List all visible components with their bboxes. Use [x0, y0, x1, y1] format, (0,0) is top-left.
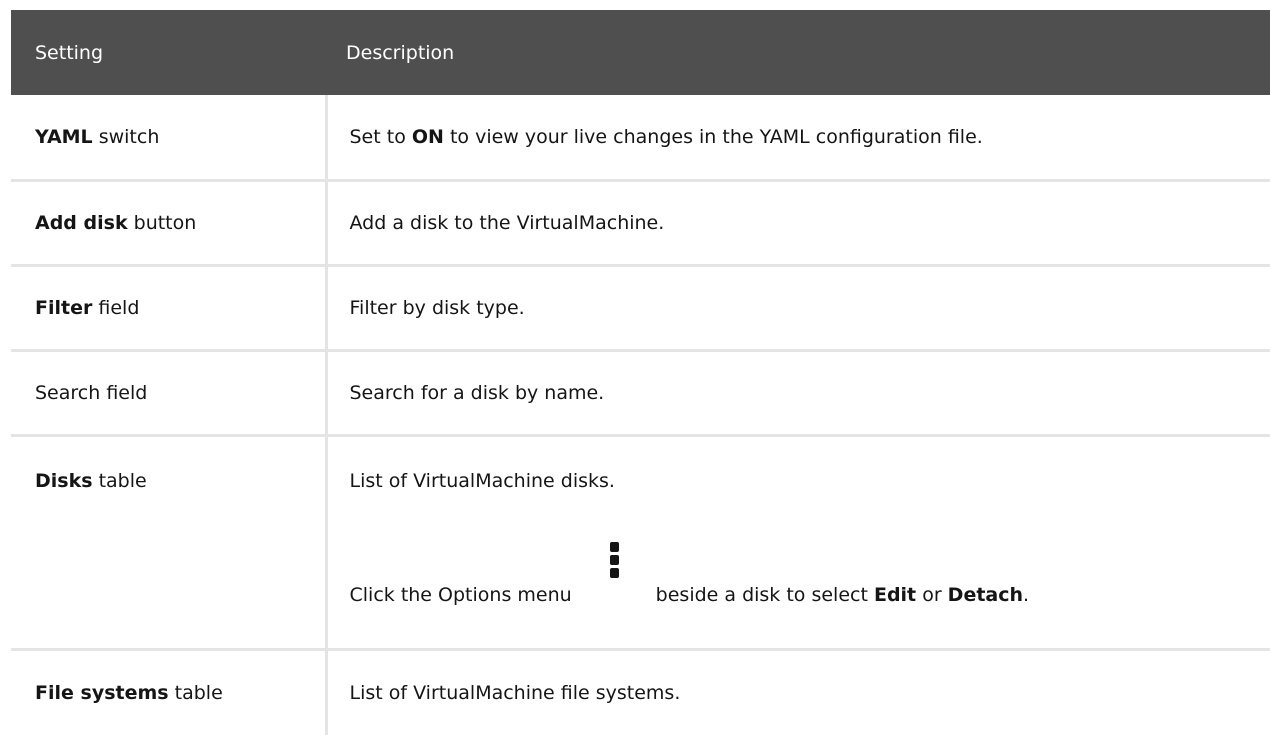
header-setting: Setting	[11, 10, 326, 95]
description-text: to view your live changes in the YAML co…	[444, 126, 983, 148]
setting-name: Add disk	[35, 212, 128, 234]
setting-cell: Search field	[11, 350, 326, 435]
note-text-continued: beside a disk to select Edit or Detach.	[656, 584, 1029, 612]
setting-cell: YAML switch	[11, 95, 326, 180]
setting-cell: Filter field	[11, 265, 326, 350]
table-row: File systems table List of VirtualMachin…	[11, 649, 1270, 735]
description-text: Set to	[350, 126, 412, 148]
setting-cell: File systems table	[11, 649, 326, 735]
description-cell: List of VirtualMachine disks. Click the …	[326, 435, 1270, 649]
options-menu-note: Click the Options menu beside a disk to …	[350, 542, 1270, 612]
setting-type: button	[128, 212, 197, 234]
table-header-row: Setting Description	[11, 10, 1270, 95]
description-cell: Add a disk to the VirtualMachine.	[326, 180, 1270, 265]
description-cell: List of VirtualMachine file systems.	[326, 649, 1270, 735]
description-cell: Set to ON to view your live changes in t…	[326, 95, 1270, 180]
description-cell: Search for a disk by name.	[326, 350, 1270, 435]
setting-cell: Add disk button	[11, 180, 326, 265]
table-row: YAML switch Set to ON to view your live …	[11, 95, 1270, 180]
setting-name: Filter	[35, 297, 92, 319]
setting-name: Disks	[35, 470, 93, 492]
options-menu-icon-wrapper	[572, 542, 656, 612]
table-row: Filter field Filter by disk type.	[11, 265, 1270, 350]
kebab-icon	[610, 542, 620, 581]
setting-type: table	[169, 682, 223, 704]
setting-name: File systems	[35, 682, 169, 704]
table-row: Search field Search for a disk by name.	[11, 350, 1270, 435]
header-description: Description	[326, 10, 1270, 95]
edit-label: Edit	[874, 584, 916, 606]
detach-label: Detach	[948, 584, 1023, 606]
setting-type: field	[92, 297, 139, 319]
setting-type: switch	[93, 126, 160, 148]
settings-table: Setting Description YAML switch Set to O…	[11, 10, 1270, 735]
setting-cell: Disks table	[11, 435, 326, 649]
description-text: List of VirtualMachine disks.	[350, 470, 1270, 492]
settings-table-container: Setting Description YAML switch Set to O…	[11, 10, 1270, 735]
table-row: Add disk button Add a disk to the Virtua…	[11, 180, 1270, 265]
description-bold: ON	[412, 126, 444, 148]
setting-name: YAML	[35, 126, 93, 148]
note-text: Click the Options menu	[350, 584, 572, 612]
table-row: Disks table List of VirtualMachine disks…	[11, 435, 1270, 649]
setting-type: table	[93, 470, 147, 492]
description-cell: Filter by disk type.	[326, 265, 1270, 350]
